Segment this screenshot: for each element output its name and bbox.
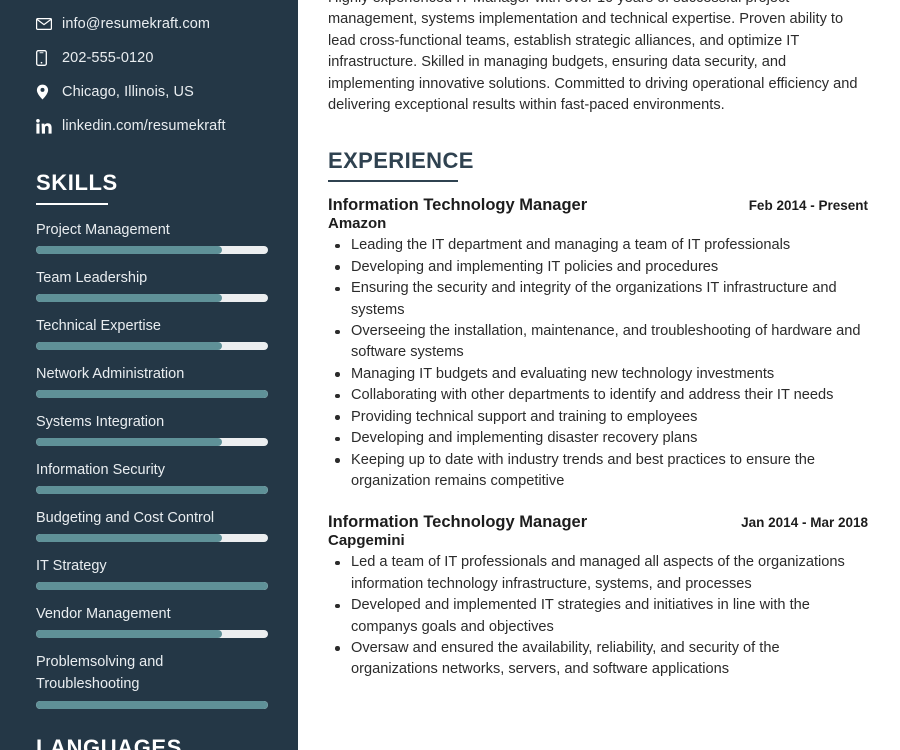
- job-bullet: Developed and implemented IT strategies …: [328, 595, 868, 638]
- skill-bar-fill: [36, 700, 268, 709]
- main-content: Highly experienced IT Manager with over …: [298, 0, 900, 750]
- skill-label: Budgeting and Cost Control: [36, 509, 215, 526]
- contact-location-text: Chicago, Illinois, US: [62, 84, 194, 100]
- job-bullet: Led a team of IT professionals and manag…: [328, 552, 868, 595]
- job-bullet: Managing IT budgets and evaluating new t…: [328, 364, 868, 385]
- job-bullet: Developing and implementing IT policies …: [328, 257, 868, 278]
- job-bullet: Oversaw and ensured the availability, re…: [328, 638, 868, 681]
- job-bullet: Leading the IT department and managing a…: [328, 235, 868, 256]
- skill-label: Team Leadership: [36, 269, 148, 286]
- skill-item: Network Administration: [36, 363, 270, 399]
- skill-bar-fill: [36, 630, 222, 639]
- skills-list: Project Management Team Leadership Techn…: [36, 219, 270, 709]
- job-bullet: Collaborating with other departments to …: [328, 385, 868, 406]
- contact-phone-text: 202-555-0120: [62, 50, 154, 66]
- linkedin-icon: [36, 118, 62, 134]
- job-title: Information Technology Manager: [328, 513, 588, 532]
- experience-entry-header: Information Technology Manager Jan 2014 …: [328, 513, 868, 532]
- skill-label: Project Management: [36, 222, 170, 238]
- job-bullet: Keeping up to date with industry trends …: [328, 450, 868, 493]
- skill-bar-fill: [36, 582, 268, 591]
- skill-bar-fill: [36, 534, 222, 543]
- skill-bar-fill: [36, 438, 222, 447]
- skill-bar-track: [36, 486, 268, 495]
- skill-bar-track: [36, 294, 268, 303]
- contact-linkedin-text: linkedin.com/resumekraft: [62, 118, 226, 134]
- skill-item: IT Strategy: [36, 555, 270, 591]
- location-pin-icon: [36, 84, 62, 100]
- skill-item: Budgeting and Cost Control: [36, 507, 270, 543]
- contact-list: info@resumekraft.com 202-555-0120 Chicag…: [36, 0, 270, 143]
- skill-bar-track: [36, 438, 268, 447]
- experience-entry-spacer: [328, 496, 868, 513]
- skill-bar-fill: [36, 342, 222, 351]
- experience-entry: Information Technology Manager Jan 2014 …: [328, 513, 868, 680]
- job-title: Information Technology Manager: [328, 196, 588, 215]
- skill-bar-track: [36, 534, 268, 543]
- skill-item: Problemsolving and Troubleshooting: [36, 651, 270, 709]
- skill-item: Information Security: [36, 459, 270, 495]
- skill-bar-fill: [36, 246, 222, 255]
- skill-bar-track: [36, 246, 268, 255]
- contact-item-phone[interactable]: 202-555-0120: [36, 41, 270, 75]
- experience-entry-header: Information Technology Manager Feb 2014 …: [328, 196, 868, 215]
- email-icon: [36, 18, 62, 30]
- experience-entry: Information Technology Manager Feb 2014 …: [328, 196, 868, 492]
- skill-label: Network Administration: [36, 365, 185, 382]
- phone-icon: [36, 50, 62, 66]
- skill-label: Information Security: [36, 461, 165, 478]
- languages-heading: LANGUAGES: [36, 734, 182, 750]
- skill-bar-track: [36, 390, 268, 399]
- skill-bar-fill: [36, 390, 268, 399]
- skill-label: Systems Integration: [36, 413, 165, 430]
- skill-item: Vendor Management: [36, 603, 270, 639]
- contact-email-text: info@resumekraft.com: [62, 16, 211, 32]
- skill-label: IT Strategy: [36, 557, 107, 574]
- job-bullet-list: Led a team of IT professionals and manag…: [328, 552, 868, 680]
- experience-heading: EXPERIENCE: [328, 148, 474, 174]
- job-company: Amazon: [328, 215, 387, 233]
- skill-item: Technical Expertise: [36, 315, 270, 351]
- job-dates: Feb 2014 - Present: [748, 198, 868, 214]
- skills-heading: SKILLS: [36, 170, 118, 195]
- job-company: Capgemini: [328, 532, 405, 550]
- skill-bar-track: [36, 700, 268, 709]
- skills-heading-rule: [36, 203, 108, 205]
- skill-bar-track: [36, 342, 268, 351]
- skill-item: Systems Integration: [36, 411, 270, 447]
- skill-label: Technical Expertise: [36, 317, 161, 334]
- contact-item-email[interactable]: info@resumekraft.com: [36, 7, 270, 41]
- skill-label: Vendor Management: [36, 605, 171, 622]
- sidebar: info@resumekraft.com 202-555-0120 Chicag…: [0, 0, 298, 750]
- skill-item: Project Management: [36, 219, 270, 255]
- skill-bar-fill: [36, 486, 268, 495]
- contact-item-location[interactable]: Chicago, Illinois, US: [36, 75, 270, 109]
- professional-summary: Highly experienced IT Manager with over …: [328, 0, 858, 114]
- job-bullet-list: Leading the IT department and managing a…: [328, 235, 868, 492]
- job-bullet: Overseeing the installation, maintenance…: [328, 321, 868, 364]
- experience-heading-rule: [328, 180, 458, 183]
- skill-label: Problemsolving and Troubleshooting: [36, 653, 164, 693]
- contact-item-linkedin[interactable]: linkedin.com/resumekraft: [36, 109, 270, 143]
- job-bullet: Providing technical support and training…: [328, 407, 868, 428]
- skill-bar-fill: [36, 294, 222, 303]
- skill-bar-track: [36, 630, 268, 639]
- skill-bar-track: [36, 582, 268, 591]
- job-dates: Jan 2014 - Mar 2018: [741, 515, 868, 531]
- job-bullet: Ensuring the security and integrity of t…: [328, 278, 868, 321]
- job-bullet: Developing and implementing disaster rec…: [328, 428, 868, 449]
- skill-item: Team Leadership: [36, 267, 270, 303]
